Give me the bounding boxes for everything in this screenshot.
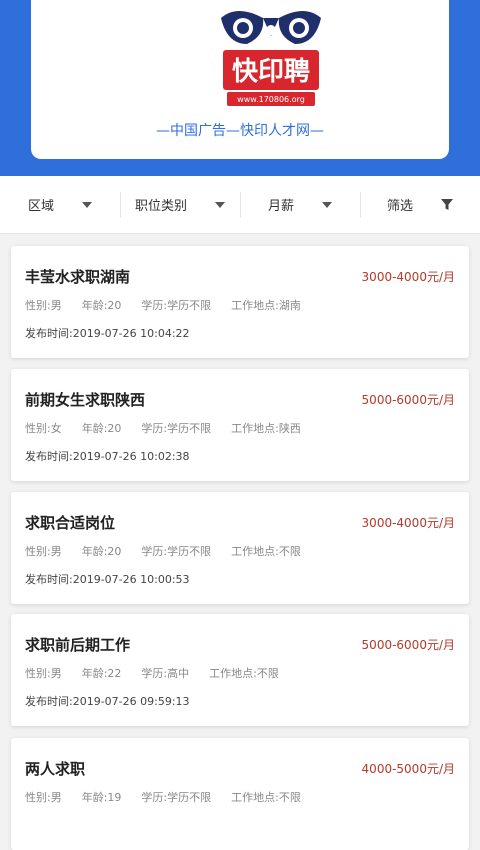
filter-bar: 区域 职位类别 月薪 筛选 (0, 176, 480, 234)
job-age: 年龄:22 (81, 667, 122, 680)
logo-url-text: www.170806.org (237, 95, 305, 104)
job-title: 求职前后期工作 (25, 636, 131, 654)
job-gender: 性别:男 (25, 545, 62, 558)
job-salary: 4000-5000元/月 (361, 762, 455, 776)
job-education: 学历:高中 (141, 667, 190, 680)
job-meta: 性别:男 年龄:22 学历:高中 工作地点:不限 (25, 665, 279, 681)
filter-job-category-label: 职位类别 (134, 199, 187, 214)
filter-job-category[interactable]: 职位类别 (120, 190, 240, 220)
job-age: 年龄:20 (81, 545, 122, 558)
job-time: 发布时间:2019-07-26 10:04:22 (25, 327, 190, 340)
job-time: 发布时间:2019-07-26 10:02:38 (25, 450, 190, 463)
job-card[interactable]: 求职前后期工作 5000-6000元/月 性别:男 年龄:22 学历:高中 工作… (11, 614, 469, 726)
job-age: 年龄:20 (81, 422, 122, 435)
job-gender: 性别:女 (25, 422, 62, 435)
job-meta: 性别:男 年龄:20 学历:学历不限 工作地点:不限 (25, 543, 301, 559)
job-education: 学历:学历不限 (141, 791, 212, 804)
caret-down-icon (215, 201, 225, 208)
job-time: 发布时间:2019-07-26 10:00:53 (25, 573, 190, 586)
job-meta: 性别:男 年龄:19 学历:学历不限 工作地点:不限 (25, 789, 301, 805)
job-gender: 性别:男 (25, 667, 62, 680)
job-location: 工作地点:不限 (231, 545, 301, 558)
filter-salary-label: 月薪 (267, 199, 294, 214)
job-education: 学历:学历不限 (141, 299, 212, 312)
filter-region-label: 区域 (27, 199, 54, 214)
caret-down-icon (322, 201, 332, 208)
header-banner: 快印聘 www.170806.org —中国广告—快印人才网— (0, 0, 480, 176)
job-salary: 5000-6000元/月 (361, 393, 455, 407)
filter-screen[interactable]: 筛选 (360, 190, 480, 220)
job-time: 发布时间:2019-07-26 09:59:13 (25, 695, 190, 708)
logo-brand-text: 快印聘 (232, 57, 310, 87)
job-age: 年龄:20 (81, 299, 122, 312)
job-card[interactable]: 求职合适岗位 3000-4000元/月 性别:男 年龄:20 学历:学历不限 工… (11, 492, 469, 604)
job-location: 工作地点:湖南 (231, 299, 301, 312)
job-location: 工作地点:不限 (231, 791, 301, 804)
caret-down-icon (82, 201, 92, 208)
owl-logo-icon: 快印聘 www.170806.org (221, 11, 321, 106)
job-meta: 性别:女 年龄:20 学历:学历不限 工作地点:陕西 (25, 420, 301, 436)
job-location: 工作地点:陕西 (231, 422, 301, 435)
job-title: 两人求职 (25, 760, 86, 778)
job-age: 年龄:19 (81, 791, 122, 804)
slogan: —中国广告—快印人才网— (156, 123, 324, 139)
job-location: 工作地点:不限 (209, 667, 279, 680)
logo-card: 快印聘 www.170806.org —中国广告—快印人才网— (31, 0, 449, 159)
filter-salary[interactable]: 月薪 (240, 190, 360, 220)
filter-screen-label: 筛选 (386, 199, 413, 214)
job-title: 丰莹水求职湖南 (25, 268, 131, 286)
job-gender: 性别:男 (25, 299, 62, 312)
job-salary: 3000-4000元/月 (361, 270, 455, 284)
filter-region[interactable]: 区域 (0, 190, 120, 220)
job-salary: 3000-4000元/月 (361, 516, 455, 530)
job-salary: 5000-6000元/月 (361, 638, 455, 652)
job-gender: 性别:男 (25, 791, 62, 804)
job-card[interactable]: 丰莹水求职湖南 3000-4000元/月 性别:男 年龄:20 学历:学历不限 … (11, 246, 469, 358)
job-title: 前期女生求职陕西 (25, 391, 146, 409)
job-title: 求职合适岗位 (25, 514, 116, 532)
job-meta: 性别:男 年龄:20 学历:学历不限 工作地点:湖南 (25, 297, 301, 313)
funnel-icon (441, 198, 453, 210)
job-card[interactable]: 前期女生求职陕西 5000-6000元/月 性别:女 年龄:20 学历:学历不限… (11, 369, 469, 481)
job-education: 学历:学历不限 (141, 422, 212, 435)
job-card[interactable]: 两人求职 4000-5000元/月 性别:男 年龄:19 学历:学历不限 工作地… (11, 738, 469, 850)
job-education: 学历:学历不限 (141, 545, 212, 558)
